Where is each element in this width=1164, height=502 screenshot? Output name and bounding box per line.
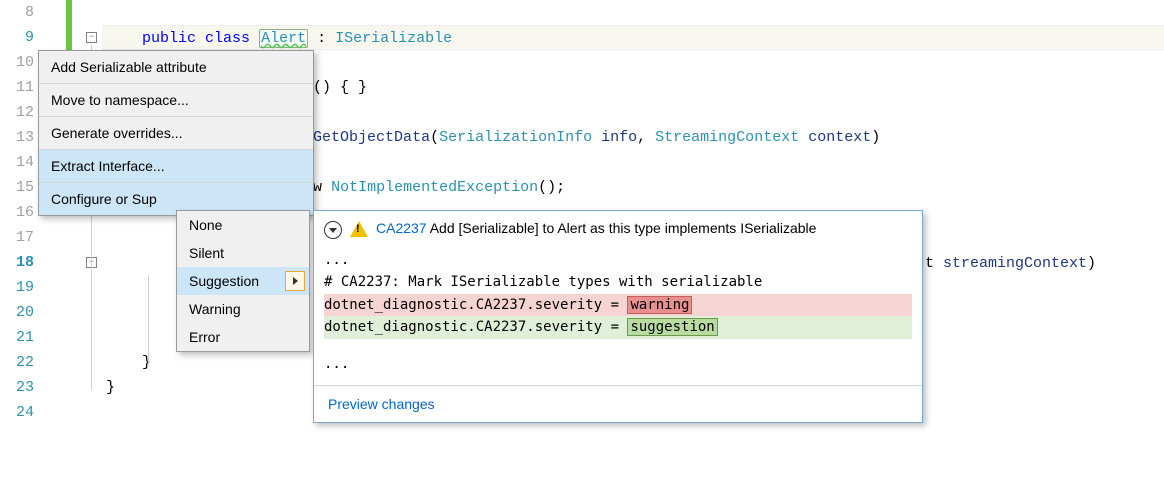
line-number: 19 xyxy=(0,275,34,300)
code-fragment: t streamingContext) xyxy=(925,255,1096,272)
line-number: 15 xyxy=(0,175,34,200)
line-number: 17 xyxy=(0,225,34,250)
line-number: 14 xyxy=(0,150,34,175)
diff-body: ... # CA2237: Mark ISerializable types w… xyxy=(314,249,922,385)
line-number: 24 xyxy=(0,400,34,425)
preview-title: CA2237 Add [Serializable] to Alert as th… xyxy=(376,219,912,238)
code-line: public class Alert : ISerializable xyxy=(102,25,1164,50)
change-indicator xyxy=(66,0,72,50)
severity-option-none[interactable]: None xyxy=(177,211,309,239)
code-line xyxy=(102,0,1164,25)
preview-header: CA2237 Add [Serializable] to Alert as th… xyxy=(314,211,922,249)
line-number: 12 xyxy=(0,100,34,125)
fix-preview-panel: CA2237 Add [Serializable] to Alert as th… xyxy=(313,210,923,423)
diff-ellipsis: ... xyxy=(324,249,912,271)
line-number: 22 xyxy=(0,350,34,375)
diff-comment: # CA2237: Mark ISerializable types with … xyxy=(324,271,912,293)
severity-option-error[interactable]: Error xyxy=(177,323,309,351)
menu-item-extract-interface[interactable]: Extract Interface... xyxy=(39,150,313,183)
fold-toggle[interactable]: − xyxy=(86,32,97,43)
severity-submenu: None Silent Suggestion Warning Error xyxy=(176,210,310,352)
submenu-arrow-icon xyxy=(285,271,305,291)
severity-option-warning[interactable]: Warning xyxy=(177,295,309,323)
quick-actions-menu: Add Serializable attribute Move to names… xyxy=(38,50,314,216)
line-number: 8 xyxy=(0,0,34,25)
line-number: 23 xyxy=(0,375,34,400)
severity-option-suggestion[interactable]: Suggestion xyxy=(177,267,309,295)
line-number-gutter: 8 9 10 11 12 13 14 15 16 17 18 19 20 21 … xyxy=(0,0,40,502)
diff-added-line: dotnet_diagnostic.CA2237.severity = sugg… xyxy=(324,316,912,338)
line-number: 21 xyxy=(0,325,34,350)
class-name-token[interactable]: Alert xyxy=(259,29,308,48)
severity-option-silent[interactable]: Silent xyxy=(177,239,309,267)
line-number: 16 xyxy=(0,200,34,225)
menu-item-move-namespace[interactable]: Move to namespace... xyxy=(39,84,313,117)
menu-item-add-serializable[interactable]: Add Serializable attribute xyxy=(39,51,313,84)
line-number: 9 xyxy=(0,25,34,50)
line-number: 18 xyxy=(0,250,34,275)
warning-icon xyxy=(350,221,368,237)
diff-deleted-line: dotnet_diagnostic.CA2237.severity = warn… xyxy=(324,294,912,316)
line-number: 10 xyxy=(0,50,34,75)
rule-id-link[interactable]: CA2237 xyxy=(376,220,427,236)
menu-item-generate-overrides[interactable]: Generate overrides... xyxy=(39,117,313,150)
diff-ellipsis: ... xyxy=(324,353,912,375)
outline-guide xyxy=(148,275,149,365)
line-number: 11 xyxy=(0,75,34,100)
preview-changes-link[interactable]: Preview changes xyxy=(314,385,922,422)
line-number: 13 xyxy=(0,125,34,150)
chevron-down-icon[interactable] xyxy=(324,221,342,239)
line-number: 20 xyxy=(0,300,34,325)
